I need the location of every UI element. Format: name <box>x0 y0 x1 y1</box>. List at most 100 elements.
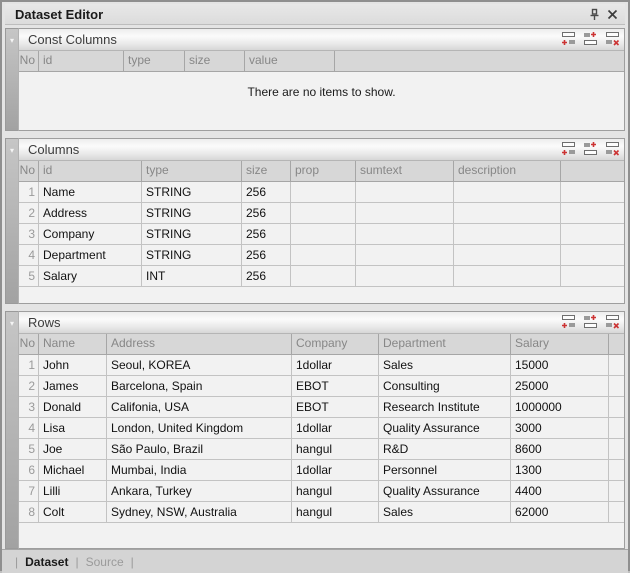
table-cell[interactable]: Department <box>39 245 142 265</box>
tab-dataset[interactable]: Dataset <box>25 555 68 569</box>
row-number-cell[interactable]: 7 <box>19 481 39 501</box>
row-number-cell[interactable]: 3 <box>19 397 39 417</box>
table-row[interactable]: 4LisaLondon, United Kingdom1dollarQualit… <box>19 418 624 439</box>
table-cell[interactable]: Lisa <box>39 418 107 438</box>
table-cell[interactable]: Califonia, USA <box>107 397 292 417</box>
table-cell[interactable] <box>356 224 454 244</box>
column-header[interactable]: size <box>185 51 245 71</box>
table-row[interactable]: 3CompanySTRING256 <box>19 224 624 245</box>
table-cell[interactable]: hangul <box>292 439 379 459</box>
pin-button[interactable] <box>585 6 603 22</box>
table-cell[interactable]: hangul <box>292 502 379 522</box>
table-cell[interactable] <box>291 203 356 223</box>
table-cell[interactable] <box>356 182 454 202</box>
table-cell[interactable] <box>454 245 561 265</box>
table-cell[interactable] <box>356 266 454 286</box>
table-cell[interactable]: Company <box>39 224 142 244</box>
table-cell[interactable]: Quality Assurance <box>379 418 511 438</box>
row-number-cell[interactable]: 3 <box>19 224 39 244</box>
table-cell[interactable]: Michael <box>39 460 107 480</box>
table-row[interactable]: 8ColtSydney, NSW, AustraliahangulSales62… <box>19 502 624 523</box>
table-cell[interactable]: Seoul, KOREA <box>107 355 292 375</box>
table-cell[interactable]: Address <box>39 203 142 223</box>
insert-item-button[interactable] <box>581 32 598 47</box>
table-cell[interactable]: Consulting <box>379 376 511 396</box>
table-cell[interactable] <box>454 224 561 244</box>
table-cell[interactable] <box>454 182 561 202</box>
row-number-cell[interactable]: 5 <box>19 266 39 286</box>
column-header[interactable]: No <box>19 334 39 354</box>
delete-item-button[interactable] <box>603 142 620 157</box>
table-cell[interactable]: São Paulo, Brazil <box>107 439 292 459</box>
column-header[interactable]: No <box>19 161 39 181</box>
table-cell[interactable]: 1300 <box>511 460 609 480</box>
table-cell[interactable]: Salary <box>39 266 142 286</box>
collapse-strip-rows[interactable]: ▾ <box>5 311 18 549</box>
add-item-button[interactable] <box>559 142 576 157</box>
row-number-cell[interactable]: 2 <box>19 203 39 223</box>
table-cell[interactable]: STRING <box>142 224 242 244</box>
insert-item-button[interactable] <box>581 315 598 330</box>
table-row[interactable]: 6MichaelMumbai, India1dollarPersonnel130… <box>19 460 624 481</box>
table-cell[interactable]: 15000 <box>511 355 609 375</box>
table-row[interactable]: 2AddressSTRING256 <box>19 203 624 224</box>
table-row[interactable]: 7LilliAnkara, TurkeyhangulQuality Assura… <box>19 481 624 502</box>
table-cell[interactable]: INT <box>142 266 242 286</box>
column-header[interactable]: No <box>19 51 39 71</box>
column-header[interactable]: Company <box>292 334 379 354</box>
column-header[interactable]: Department <box>379 334 511 354</box>
table-cell[interactable]: London, United Kingdom <box>107 418 292 438</box>
table-cell[interactable] <box>291 245 356 265</box>
table-cell[interactable] <box>291 224 356 244</box>
table-cell[interactable]: James <box>39 376 107 396</box>
column-header[interactable]: size <box>242 161 291 181</box>
table-row[interactable]: 3DonaldCalifonia, USAEBOTResearch Instit… <box>19 397 624 418</box>
table-row[interactable]: 5JoeSão Paulo, BrazilhangulR&D8600 <box>19 439 624 460</box>
table-cell[interactable]: John <box>39 355 107 375</box>
table-cell[interactable]: 256 <box>242 203 291 223</box>
close-button[interactable] <box>603 6 621 22</box>
column-header[interactable]: prop <box>291 161 356 181</box>
table-cell[interactable]: 256 <box>242 224 291 244</box>
table-cell[interactable]: Sydney, NSW, Australia <box>107 502 292 522</box>
table-cell[interactable]: R&D <box>379 439 511 459</box>
table-cell[interactable]: Colt <box>39 502 107 522</box>
table-cell[interactable] <box>356 245 454 265</box>
row-number-cell[interactable]: 4 <box>19 245 39 265</box>
table-cell[interactable] <box>454 266 561 286</box>
column-header[interactable]: description <box>454 161 561 181</box>
column-header[interactable]: type <box>142 161 242 181</box>
table-cell[interactable]: hangul <box>292 481 379 501</box>
table-cell[interactable]: Joe <box>39 439 107 459</box>
row-number-cell[interactable]: 1 <box>19 182 39 202</box>
table-cell[interactable] <box>291 182 356 202</box>
column-header[interactable]: id <box>39 161 142 181</box>
table-cell[interactable]: 25000 <box>511 376 609 396</box>
row-number-cell[interactable]: 6 <box>19 460 39 480</box>
table-cell[interactable]: 256 <box>242 182 291 202</box>
table-cell[interactable]: EBOT <box>292 376 379 396</box>
table-cell[interactable]: 1dollar <box>292 355 379 375</box>
delete-item-button[interactable] <box>603 32 620 47</box>
column-header[interactable]: Salary <box>511 334 609 354</box>
column-header[interactable]: type <box>124 51 185 71</box>
row-number-cell[interactable]: 2 <box>19 376 39 396</box>
table-cell[interactable]: 1000000 <box>511 397 609 417</box>
table-cell[interactable]: Quality Assurance <box>379 481 511 501</box>
column-header[interactable]: sumtext <box>356 161 454 181</box>
table-cell[interactable]: Sales <box>379 502 511 522</box>
table-cell[interactable] <box>291 266 356 286</box>
table-cell[interactable]: 1dollar <box>292 460 379 480</box>
column-header[interactable]: value <box>245 51 335 71</box>
table-cell[interactable]: 256 <box>242 245 291 265</box>
table-cell[interactable]: 3000 <box>511 418 609 438</box>
table-cell[interactable]: 1dollar <box>292 418 379 438</box>
table-cell[interactable]: 62000 <box>511 502 609 522</box>
table-cell[interactable]: Personnel <box>379 460 511 480</box>
table-row[interactable]: 2JamesBarcelona, SpainEBOTConsulting2500… <box>19 376 624 397</box>
table-cell[interactable]: Sales <box>379 355 511 375</box>
row-number-cell[interactable]: 1 <box>19 355 39 375</box>
table-cell[interactable]: Name <box>39 182 142 202</box>
table-cell[interactable]: STRING <box>142 203 242 223</box>
table-row[interactable]: 5SalaryINT256 <box>19 266 624 287</box>
